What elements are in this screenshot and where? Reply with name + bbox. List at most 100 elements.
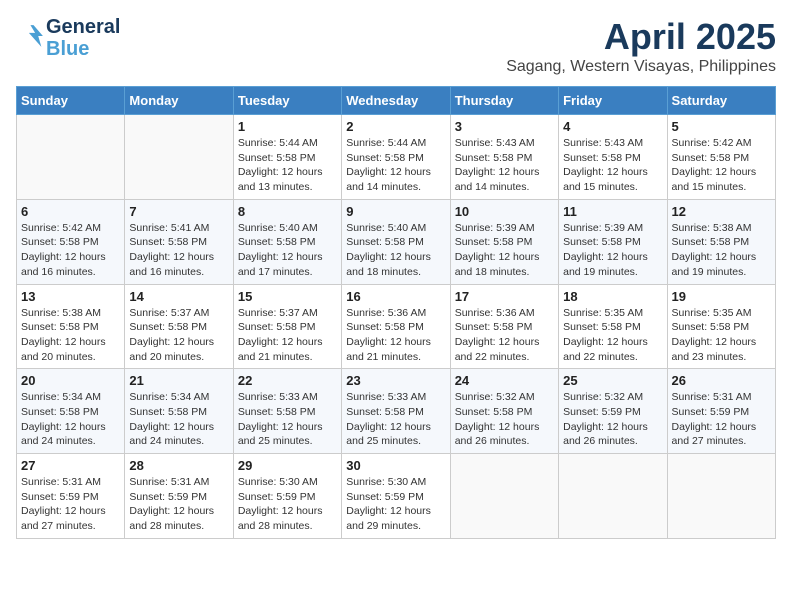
day-number: 19 bbox=[672, 289, 771, 304]
day-number: 23 bbox=[346, 373, 445, 388]
calendar-cell: 29Sunrise: 5:30 AM Sunset: 5:59 PM Dayli… bbox=[233, 454, 341, 539]
day-number: 18 bbox=[563, 289, 662, 304]
logo: General Blue bbox=[16, 16, 120, 60]
title-block: April 2025 Sagang, Western Visayas, Phil… bbox=[506, 16, 776, 76]
day-info: Sunrise: 5:31 AM Sunset: 5:59 PM Dayligh… bbox=[129, 475, 228, 534]
day-number: 2 bbox=[346, 119, 445, 134]
calendar-cell: 27 Sunrise: 5:31 AM Sunset: 5:59 PM Dayli… bbox=[17, 454, 125, 539]
day-number: 12 bbox=[672, 204, 771, 219]
day-info: Sunrise: 5:40 AM Sunset: 5:58 PM Dayligh… bbox=[238, 221, 337, 280]
day-number: 21 bbox=[129, 373, 228, 388]
day-info: Sunrise: 5:36 AM Sunset: 5:58 PM Dayligh… bbox=[346, 306, 445, 365]
week-row-4: 20 Sunrise: 5:34 AM Sunset: 5:58 PM Dayli… bbox=[17, 369, 776, 454]
day-number: 15 bbox=[238, 289, 337, 304]
calendar-cell: 21Sunrise: 5:34 AM Sunset: 5:58 PM Dayli… bbox=[125, 369, 233, 454]
col-header-wednesday: Wednesday bbox=[342, 87, 450, 115]
week-row-2: 6 Sunrise: 5:42 AM Sunset: 5:58 PM Daylig… bbox=[17, 199, 776, 284]
logo-line1: General bbox=[46, 16, 120, 38]
calendar-cell: 22Sunrise: 5:33 AM Sunset: 5:58 PM Dayli… bbox=[233, 369, 341, 454]
day-info: Sunrise: 5:44 AM Sunset: 5:58 PM Dayligh… bbox=[238, 136, 337, 195]
day-info: Sunrise: 5:38 AM Sunset: 5:58 PM Dayligh… bbox=[21, 306, 120, 365]
calendar-cell: 19 Sunrise: 5:35 AM Sunset: 5:58 PM Dayli… bbox=[667, 284, 775, 369]
day-number: 11 bbox=[563, 204, 662, 219]
calendar-cell: 30 Sunrise: 5:30 AM Sunset: 5:59 PM Dayli… bbox=[342, 454, 450, 539]
day-number: 25 bbox=[563, 373, 662, 388]
calendar-cell: 9 Sunrise: 5:40 AM Sunset: 5:58 PM Daylig… bbox=[342, 199, 450, 284]
day-number: 27 bbox=[21, 458, 120, 473]
day-number: 7 bbox=[129, 204, 228, 219]
col-header-tuesday: Tuesday bbox=[233, 87, 341, 115]
day-info: Sunrise: 5:35 AM Sunset: 5:58 PM Dayligh… bbox=[563, 306, 662, 365]
day-number: 9 bbox=[346, 204, 445, 219]
week-row-3: 13 Sunrise: 5:38 AM Sunset: 5:58 PM Dayli… bbox=[17, 284, 776, 369]
day-number: 8 bbox=[238, 204, 337, 219]
day-info: Sunrise: 5:37 AM Sunset: 5:58 PM Dayligh… bbox=[129, 306, 228, 365]
calendar-cell: 11 Sunrise: 5:39 AM Sunset: 5:58 PM Dayli… bbox=[559, 199, 667, 284]
day-info: Sunrise: 5:39 AM Sunset: 5:58 PM Dayligh… bbox=[563, 221, 662, 280]
col-header-monday: Monday bbox=[125, 87, 233, 115]
calendar-cell: 4 Sunrise: 5:43 AM Sunset: 5:58 PM Daylig… bbox=[559, 115, 667, 200]
day-number: 13 bbox=[21, 289, 120, 304]
calendar-cell bbox=[667, 454, 775, 539]
logo-line2: Blue bbox=[46, 38, 89, 60]
logo-icon bbox=[18, 22, 46, 50]
day-number: 26 bbox=[672, 373, 771, 388]
day-number: 28 bbox=[129, 458, 228, 473]
day-info: Sunrise: 5:32 AM Sunset: 5:58 PM Dayligh… bbox=[455, 390, 554, 449]
calendar-cell: 23 Sunrise: 5:33 AM Sunset: 5:58 PM Dayli… bbox=[342, 369, 450, 454]
day-info: Sunrise: 5:32 AM Sunset: 5:59 PM Dayligh… bbox=[563, 390, 662, 449]
calendar-cell: 25 Sunrise: 5:32 AM Sunset: 5:59 PM Dayli… bbox=[559, 369, 667, 454]
day-number: 10 bbox=[455, 204, 554, 219]
calendar-cell: 3Sunrise: 5:43 AM Sunset: 5:58 PM Daylig… bbox=[450, 115, 558, 200]
col-header-thursday: Thursday bbox=[450, 87, 558, 115]
day-number: 14 bbox=[129, 289, 228, 304]
day-info: Sunrise: 5:35 AM Sunset: 5:58 PM Dayligh… bbox=[672, 306, 771, 365]
calendar-body: 1Sunrise: 5:44 AM Sunset: 5:58 PM Daylig… bbox=[17, 115, 776, 539]
calendar-cell: 6 Sunrise: 5:42 AM Sunset: 5:58 PM Daylig… bbox=[17, 199, 125, 284]
calendar-table: SundayMondayTuesdayWednesdayThursdayFrid… bbox=[16, 86, 776, 539]
day-number: 22 bbox=[238, 373, 337, 388]
calendar-header-row: SundayMondayTuesdayWednesdayThursdayFrid… bbox=[17, 87, 776, 115]
calendar-cell: 16Sunrise: 5:36 AM Sunset: 5:58 PM Dayli… bbox=[342, 284, 450, 369]
page-title: April 2025 bbox=[506, 16, 776, 58]
day-info: Sunrise: 5:31 AM Sunset: 5:59 PM Dayligh… bbox=[21, 475, 120, 534]
page-subtitle: Sagang, Western Visayas, Philippines bbox=[506, 58, 776, 76]
day-number: 30 bbox=[346, 458, 445, 473]
calendar-cell: 18 Sunrise: 5:35 AM Sunset: 5:58 PM Dayli… bbox=[559, 284, 667, 369]
day-number: 20 bbox=[21, 373, 120, 388]
calendar-cell: 10 Sunrise: 5:39 AM Sunset: 5:58 PM Dayli… bbox=[450, 199, 558, 284]
day-info: Sunrise: 5:31 AM Sunset: 5:59 PM Dayligh… bbox=[672, 390, 771, 449]
calendar-cell bbox=[559, 454, 667, 539]
calendar-cell: 7 Sunrise: 5:41 AM Sunset: 5:58 PM Daylig… bbox=[125, 199, 233, 284]
calendar-cell: 14 Sunrise: 5:37 AM Sunset: 5:58 PM Dayli… bbox=[125, 284, 233, 369]
day-info: Sunrise: 5:33 AM Sunset: 5:58 PM Dayligh… bbox=[346, 390, 445, 449]
day-info: Sunrise: 5:43 AM Sunset: 5:58 PM Dayligh… bbox=[455, 136, 554, 195]
calendar-cell: 5 Sunrise: 5:42 AM Sunset: 5:58 PM Daylig… bbox=[667, 115, 775, 200]
calendar-cell: 17 Sunrise: 5:36 AM Sunset: 5:58 PM Dayli… bbox=[450, 284, 558, 369]
day-info: Sunrise: 5:44 AM Sunset: 5:58 PM Dayligh… bbox=[346, 136, 445, 195]
day-info: Sunrise: 5:42 AM Sunset: 5:58 PM Dayligh… bbox=[672, 136, 771, 195]
week-row-1: 1Sunrise: 5:44 AM Sunset: 5:58 PM Daylig… bbox=[17, 115, 776, 200]
day-number: 4 bbox=[563, 119, 662, 134]
day-info: Sunrise: 5:30 AM Sunset: 5:59 PM Dayligh… bbox=[238, 475, 337, 534]
calendar-cell bbox=[125, 115, 233, 200]
day-info: Sunrise: 5:30 AM Sunset: 5:59 PM Dayligh… bbox=[346, 475, 445, 534]
day-info: Sunrise: 5:40 AM Sunset: 5:58 PM Dayligh… bbox=[346, 221, 445, 280]
day-info: Sunrise: 5:34 AM Sunset: 5:58 PM Dayligh… bbox=[21, 390, 120, 449]
day-info: Sunrise: 5:43 AM Sunset: 5:58 PM Dayligh… bbox=[563, 136, 662, 195]
day-info: Sunrise: 5:36 AM Sunset: 5:58 PM Dayligh… bbox=[455, 306, 554, 365]
day-number: 5 bbox=[672, 119, 771, 134]
col-header-saturday: Saturday bbox=[667, 87, 775, 115]
calendar-cell: 12 Sunrise: 5:38 AM Sunset: 5:58 PM Dayli… bbox=[667, 199, 775, 284]
day-info: Sunrise: 5:37 AM Sunset: 5:58 PM Dayligh… bbox=[238, 306, 337, 365]
col-header-sunday: Sunday bbox=[17, 87, 125, 115]
col-header-friday: Friday bbox=[559, 87, 667, 115]
day-info: Sunrise: 5:39 AM Sunset: 5:58 PM Dayligh… bbox=[455, 221, 554, 280]
calendar-cell: 26 Sunrise: 5:31 AM Sunset: 5:59 PM Dayli… bbox=[667, 369, 775, 454]
day-number: 6 bbox=[21, 204, 120, 219]
day-number: 17 bbox=[455, 289, 554, 304]
logo-text: General Blue bbox=[46, 16, 120, 60]
day-info: Sunrise: 5:42 AM Sunset: 5:58 PM Dayligh… bbox=[21, 221, 120, 280]
day-info: Sunrise: 5:41 AM Sunset: 5:58 PM Dayligh… bbox=[129, 221, 228, 280]
day-info: Sunrise: 5:38 AM Sunset: 5:58 PM Dayligh… bbox=[672, 221, 771, 280]
